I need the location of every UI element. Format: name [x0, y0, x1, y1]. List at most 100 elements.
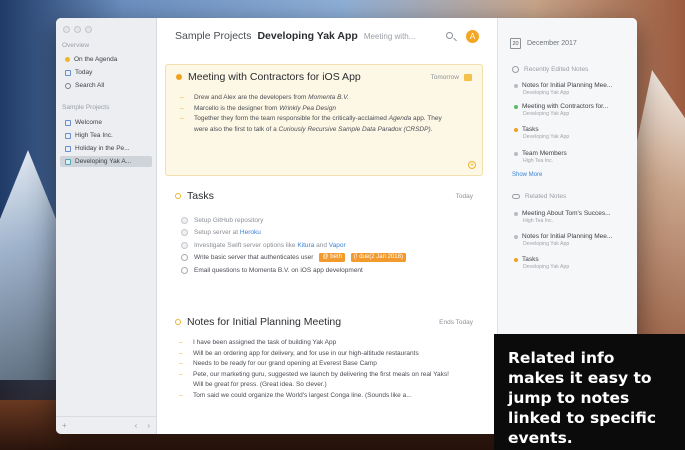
sidebar-footer: + ‹ › [56, 416, 156, 434]
sidebar-item-label: On the Agenda [74, 56, 118, 63]
list-item: Will be an ordering app for delivery, an… [179, 349, 453, 360]
sidebar-item-label: Welcome [75, 119, 102, 126]
window-controls [63, 26, 92, 33]
note-bullet-icon [514, 151, 518, 156]
sidebar-section-projects: Sample Projects [62, 104, 110, 111]
project-icon [65, 158, 71, 165]
task-checkbox[interactable] [181, 266, 188, 274]
list-item: Needs to be ready for our grand opening … [179, 359, 453, 370]
link-heroku[interactable]: Heroku [240, 229, 261, 236]
nav-arrows: ‹ › [135, 421, 150, 430]
task-item: Write basic server that authenticates us… [181, 252, 406, 265]
note-status-icon [175, 193, 181, 199]
breadcrumb-project[interactable]: Sample Projects [175, 30, 251, 42]
sidebar-item-search-all[interactable]: Search All [60, 80, 152, 91]
show-more-link[interactable]: Show More [512, 172, 542, 178]
note-card-planning[interactable]: Notes for Initial Planning Meeting Ends … [165, 310, 483, 434]
sidebar-section-overview: Overview [62, 42, 90, 49]
add-related-icon[interactable]: + [468, 161, 476, 169]
task-checkbox[interactable] [181, 216, 188, 224]
sidebar-item-label: Search All [75, 82, 105, 89]
search-icon[interactable] [446, 32, 453, 39]
close-window-button[interactable] [63, 26, 70, 33]
recent-notes-header: Recently Edited Notes [512, 66, 588, 73]
due-date-tag[interactable]: (! due(2 Jan 2018) [350, 253, 406, 263]
person-tag[interactable]: @ beth [319, 253, 345, 263]
sidebar-item-label: Developing Yak A... [75, 158, 132, 165]
note-bullet-icon [514, 83, 518, 88]
note-card-tasks[interactable]: Tasks Today Setup GitHub repository Setu… [165, 184, 483, 304]
list-item: Pete, our marketing guru, suggested we l… [179, 370, 453, 391]
search-icon [65, 82, 71, 89]
project-icon [65, 145, 71, 152]
calendar-month-label: December 2017 [527, 40, 577, 47]
related-note-item[interactable]: Notes for Initial Planning Mee... Develo… [514, 233, 634, 247]
related-note-item[interactable]: Meeting About Tom's Succes... High Tea I… [514, 210, 634, 224]
note-bullet-icon [514, 211, 518, 216]
recent-note-item[interactable]: Team Members High Tea Inc. [514, 150, 634, 164]
task-item: Investigate Swift server options like Ki… [181, 239, 406, 252]
back-arrow-icon[interactable]: ‹ [135, 421, 138, 430]
recent-note-item[interactable]: Notes for Initial Planning Mee... Develo… [514, 82, 634, 96]
task-list: Setup GitHub repository Setup server at … [181, 214, 406, 277]
calendar-day-icon: 20 [510, 38, 521, 49]
sidebar-item-holiday[interactable]: Holiday in the Pe... [60, 143, 152, 154]
note-date: Tomorrow [430, 74, 472, 81]
sidebar-item-high-tea[interactable]: High Tea Inc. [60, 130, 152, 141]
link-kitura[interactable]: Kitura [297, 242, 314, 249]
note-card-meeting[interactable]: Meeting with Contractors for iOS App Tom… [165, 64, 483, 176]
project-icon [65, 132, 71, 139]
task-checkbox[interactable] [181, 254, 188, 262]
note-date-label: Tomorrow [430, 74, 459, 81]
sidebar-item-today[interactable]: Today [60, 67, 152, 78]
sidebar-item-label: High Tea Inc. [75, 132, 113, 139]
minimize-window-button[interactable] [74, 26, 81, 33]
note-status-icon [175, 319, 181, 325]
feature-callout: Related info makes it easy to jump to no… [494, 334, 685, 450]
note-header: Notes for Initial Planning Meeting [175, 316, 341, 328]
sidebar-item-developing-yak[interactable]: Developing Yak A... [60, 156, 152, 167]
avatar[interactable]: A [466, 30, 479, 43]
note-title: Notes for Initial Planning Meeting [187, 316, 342, 328]
page-title: Developing Yak App [257, 30, 358, 42]
calendar-icon [65, 69, 71, 76]
zoom-window-button[interactable] [85, 26, 92, 33]
note-date-label: Today [455, 193, 473, 200]
note-title: Meeting with Contractors for iOS App [188, 71, 361, 83]
project-icon [65, 119, 71, 126]
list-item: Drew and Alex are the developers from Mo… [180, 93, 454, 104]
note-body: Drew and Alex are the developers from Mo… [180, 93, 454, 135]
task-item: Setup server at Heroku [181, 227, 406, 240]
related-note-item[interactable]: Tasks Developing Yak App [514, 256, 634, 270]
task-item: Email questions to Momenta B.V. on iOS a… [181, 264, 406, 277]
sidebar-item-label: Holiday in the Pe... [75, 145, 130, 152]
note-title: Tasks [187, 190, 214, 202]
note-header: Tasks [175, 190, 214, 202]
page-subtitle: Meeting with... [363, 31, 416, 41]
sidebar-item-welcome[interactable]: Welcome [60, 117, 152, 128]
related-notes-header: Related Notes [512, 193, 566, 200]
task-checkbox[interactable] [181, 229, 188, 237]
agenda-dot-icon [65, 57, 70, 62]
main-note-area: Sample Projects Developing Yak App Meeti… [157, 18, 497, 434]
calendar-event-icon[interactable] [464, 74, 472, 81]
clock-icon [512, 66, 519, 73]
on-agenda-dot-icon [176, 74, 182, 80]
list-item: Tom said we could organize the World's l… [179, 391, 453, 402]
recent-note-item[interactable]: Tasks Developing Yak App [514, 126, 634, 140]
note-date: Today [456, 193, 473, 200]
sidebar: Overview On the Agenda Today Search All … [56, 18, 157, 434]
calendar-header[interactable]: 20 December 2017 [510, 38, 577, 49]
link-icon [512, 194, 520, 199]
task-checkbox[interactable] [181, 241, 188, 249]
note-bullet-icon [514, 257, 518, 262]
link-vapor[interactable]: Vapor [329, 242, 346, 249]
recent-note-item[interactable]: Meeting with Contractors for... Developi… [514, 103, 634, 117]
add-project-button[interactable]: + [62, 421, 67, 430]
task-item: Setup GitHub repository [181, 214, 406, 227]
note-bullet-icon [514, 127, 518, 132]
sidebar-item-on-the-agenda[interactable]: On the Agenda [60, 54, 152, 65]
note-bullet-icon [514, 234, 518, 239]
note-bullet-icon [514, 104, 518, 109]
forward-arrow-icon[interactable]: › [147, 421, 150, 430]
